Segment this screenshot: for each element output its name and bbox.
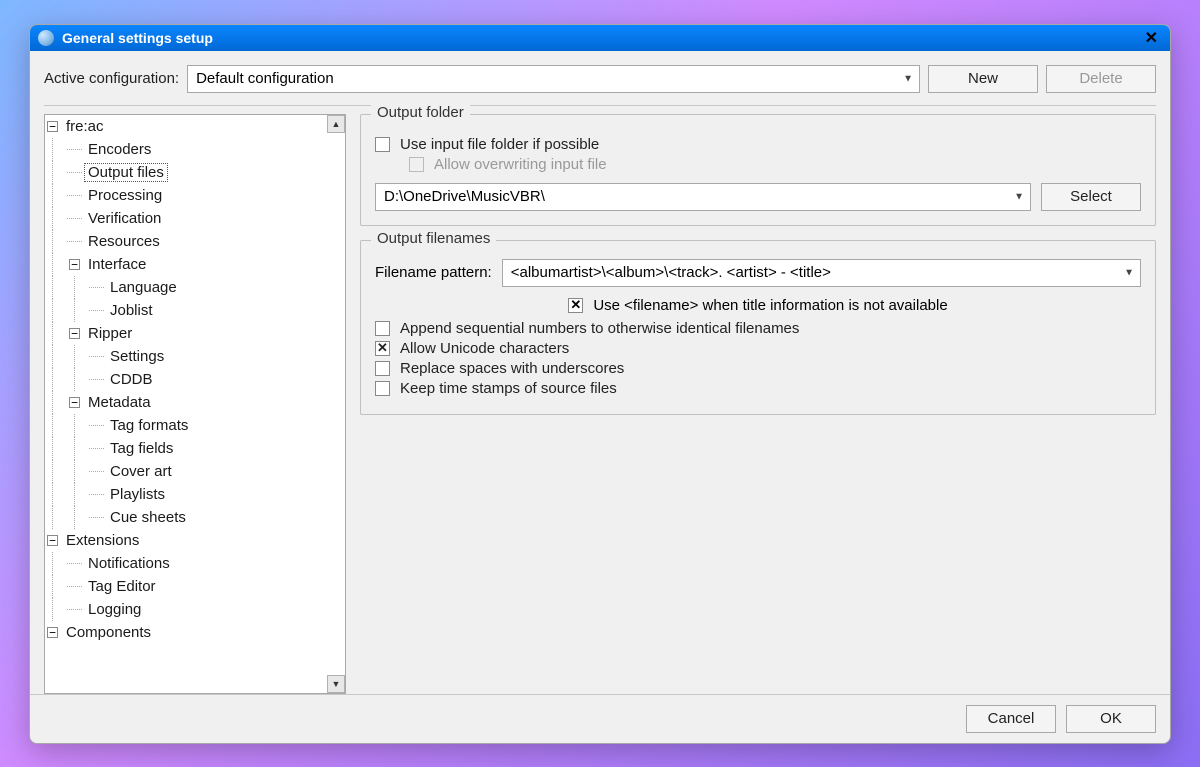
- scroll-down-button[interactable]: ▼: [327, 675, 345, 693]
- replace-spaces-label: Replace spaces with underscores: [400, 360, 624, 377]
- tree-cue-sheets[interactable]: Cue sheets: [106, 509, 190, 526]
- tree-tag-fields[interactable]: Tag fields: [106, 440, 177, 457]
- tree-tag-formats[interactable]: Tag formats: [106, 417, 192, 434]
- allow-overwrite-checkbox: [409, 157, 424, 172]
- tree-resources[interactable]: Resources: [84, 233, 164, 250]
- tree-ripper[interactable]: Ripper: [84, 325, 136, 342]
- divider: [44, 105, 1156, 106]
- app-icon: [38, 30, 54, 46]
- output-folder-path-value: D:\OneDrive\MusicVBR\: [384, 188, 545, 205]
- use-input-folder-label: Use input file folder if possible: [400, 136, 599, 153]
- replace-spaces-checkbox[interactable]: [375, 361, 390, 376]
- settings-dialog: General settings setup ✕ Active configur…: [29, 24, 1171, 744]
- titlebar: General settings setup ✕: [30, 25, 1170, 51]
- tree-verification[interactable]: Verification: [84, 210, 165, 227]
- cancel-button[interactable]: Cancel: [966, 705, 1056, 733]
- dialog-footer: Cancel OK: [30, 694, 1170, 743]
- collapse-icon[interactable]: −: [69, 259, 80, 270]
- keep-timestamps-checkbox[interactable]: [375, 381, 390, 396]
- select-folder-button[interactable]: Select: [1041, 183, 1141, 211]
- collapse-icon[interactable]: −: [69, 397, 80, 408]
- delete-config-button[interactable]: Delete: [1046, 65, 1156, 93]
- allow-unicode-checkbox[interactable]: ✕: [375, 341, 390, 356]
- new-config-button[interactable]: New: [928, 65, 1038, 93]
- close-icon[interactable]: ✕: [1141, 28, 1162, 48]
- use-filename-fallback-label: Use <filename> when title information is…: [593, 297, 947, 314]
- tree-joblist[interactable]: Joblist: [106, 302, 157, 319]
- active-config-dropdown[interactable]: Default configuration ▼: [187, 65, 920, 93]
- tree-notifications[interactable]: Notifications: [84, 555, 174, 572]
- collapse-icon[interactable]: −: [47, 121, 58, 132]
- filename-pattern-value: <albumartist>\<album>\<track>. <artist> …: [511, 264, 831, 281]
- chevron-down-icon: ▼: [903, 73, 913, 84]
- settings-panel: Output folder Use input file folder if p…: [360, 114, 1156, 694]
- ok-button[interactable]: OK: [1066, 705, 1156, 733]
- tree-metadata[interactable]: Metadata: [84, 394, 155, 411]
- allow-unicode-label: Allow Unicode characters: [400, 340, 569, 357]
- settings-tree[interactable]: ▲ −fre:ac Encoders Output files Processi…: [44, 114, 346, 694]
- output-filenames-group: Output filenames Filename pattern: <albu…: [360, 240, 1156, 415]
- output-folder-legend: Output folder: [371, 104, 470, 121]
- tree-encoders[interactable]: Encoders: [84, 141, 155, 158]
- tree-components[interactable]: Components: [62, 624, 155, 641]
- collapse-icon[interactable]: −: [47, 627, 58, 638]
- tree-extensions[interactable]: Extensions: [62, 532, 143, 549]
- active-config-row: Active configuration: Default configurat…: [44, 65, 1156, 93]
- tree-playlists[interactable]: Playlists: [106, 486, 169, 503]
- filename-pattern-dropdown[interactable]: <albumartist>\<album>\<track>. <artist> …: [502, 259, 1141, 287]
- append-sequential-label: Append sequential numbers to otherwise i…: [400, 320, 799, 337]
- chevron-down-icon: ▼: [1014, 191, 1024, 202]
- active-config-label: Active configuration:: [44, 70, 179, 87]
- output-folder-group: Output folder Use input file folder if p…: [360, 114, 1156, 226]
- allow-overwrite-label: Allow overwriting input file: [434, 156, 607, 173]
- tree-cover-art[interactable]: Cover art: [106, 463, 176, 480]
- filename-pattern-label: Filename pattern:: [375, 264, 492, 281]
- tree-cddb[interactable]: CDDB: [106, 371, 157, 388]
- collapse-icon[interactable]: −: [69, 328, 80, 339]
- tree-settings[interactable]: Settings: [106, 348, 168, 365]
- window-title: General settings setup: [62, 30, 213, 46]
- tree-tag-editor[interactable]: Tag Editor: [84, 578, 160, 595]
- tree-interface[interactable]: Interface: [84, 256, 150, 273]
- use-filename-fallback-checkbox[interactable]: ✕: [568, 298, 583, 313]
- tree-output-files[interactable]: Output files: [84, 163, 168, 182]
- tree-processing[interactable]: Processing: [84, 187, 166, 204]
- tree-root[interactable]: fre:ac: [62, 118, 108, 135]
- collapse-icon[interactable]: −: [47, 535, 58, 546]
- use-input-folder-checkbox[interactable]: [375, 137, 390, 152]
- tree-language[interactable]: Language: [106, 279, 181, 296]
- active-config-value: Default configuration: [196, 70, 334, 87]
- keep-timestamps-label: Keep time stamps of source files: [400, 380, 617, 397]
- output-filenames-legend: Output filenames: [371, 230, 496, 247]
- output-folder-path-dropdown[interactable]: D:\OneDrive\MusicVBR\ ▼: [375, 183, 1031, 211]
- tree-logging[interactable]: Logging: [84, 601, 145, 618]
- chevron-down-icon: ▼: [1124, 267, 1134, 278]
- append-sequential-checkbox[interactable]: [375, 321, 390, 336]
